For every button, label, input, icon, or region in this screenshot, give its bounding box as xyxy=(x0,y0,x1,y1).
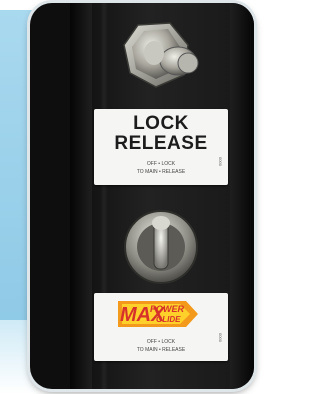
equipment-photo: LOCK RELEASE OFF • LOCK TO MAIN • RELEAS… xyxy=(30,3,254,389)
power-label-small2: TO MAIN • RELEASE xyxy=(136,347,186,353)
hex-nut-switch-icon[interactable] xyxy=(118,17,202,101)
power-label-small1: OFF • LOCK xyxy=(146,339,176,345)
lock-label-small2: TO MAIN • RELEASE xyxy=(136,169,186,175)
logo-word-power: POWER xyxy=(150,304,185,314)
power-glide-label: MAX POWER GLIDE OFF • LOCK TO MAIN • REL… xyxy=(94,293,228,361)
round-knob-switch-icon[interactable] xyxy=(116,199,206,289)
lock-label-side-text: 0000 xyxy=(218,157,224,166)
lock-label-line2: RELEASE xyxy=(114,133,208,154)
right-rail xyxy=(230,3,254,389)
lock-label-line1: LOCK xyxy=(133,113,189,134)
power-glide-logo: MAX POWER GLIDE xyxy=(118,301,198,327)
left-rail xyxy=(70,3,92,389)
lock-release-label: LOCK RELEASE OFF • LOCK TO MAIN • RELEAS… xyxy=(94,109,228,185)
logo-word-glide: GLIDE xyxy=(156,315,181,324)
power-label-side-text: 0000 xyxy=(218,333,224,342)
lock-label-small1: OFF • LOCK xyxy=(146,161,176,167)
